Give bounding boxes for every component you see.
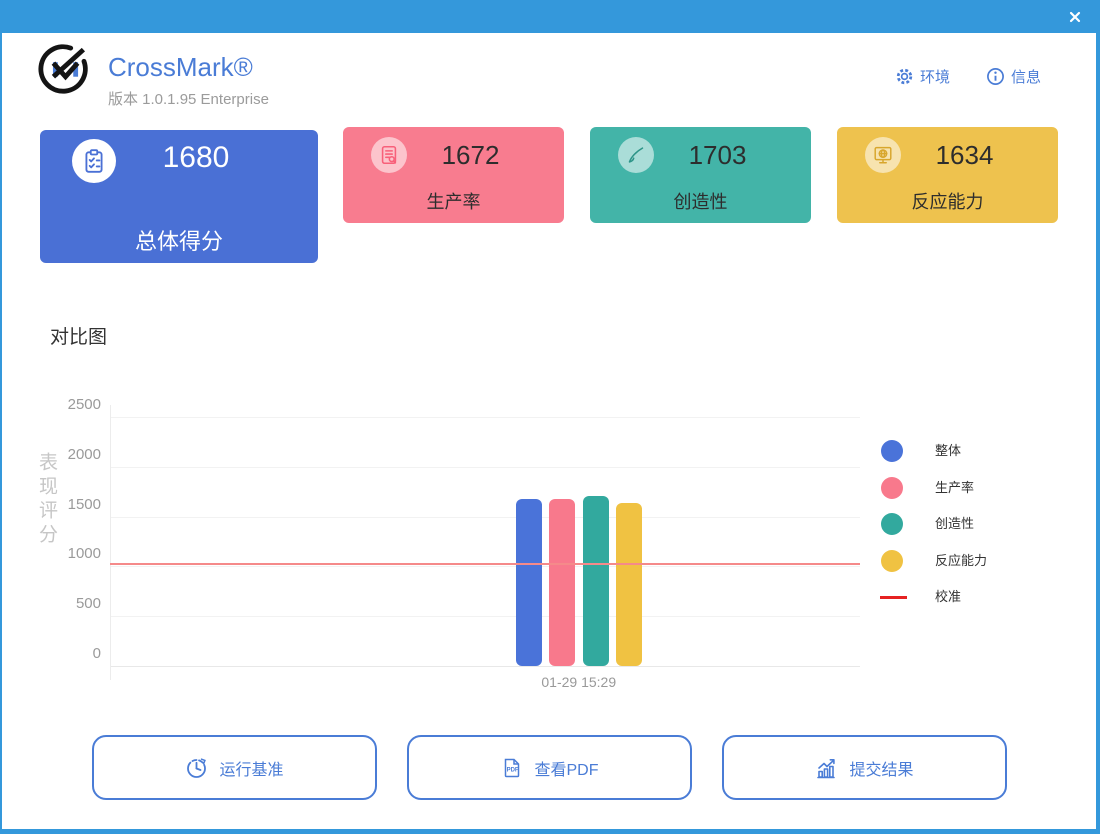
title-bar	[0, 0, 1100, 33]
submit-results-label: 提交结果	[849, 761, 914, 779]
card-productivity: 1672 生产率	[343, 127, 564, 223]
info-button[interactable]: 信息	[986, 64, 1041, 88]
view-pdf-label: 查看PDF	[534, 761, 599, 779]
chart-title: 对比图	[50, 327, 108, 348]
card-overall-score: 1680 总体得分	[40, 130, 318, 263]
responsiveness-score-value: 1634	[935, 140, 994, 170]
submit-results-button[interactable]: 提交结果	[722, 735, 1007, 800]
responsiveness-score-label: 反应能力	[911, 192, 984, 212]
card-responsiveness: 1634 反应能力	[837, 127, 1058, 223]
overall-score-value: 1680	[162, 141, 230, 174]
pdf-icon: PDF	[500, 756, 524, 780]
environment-button[interactable]: 环境	[895, 64, 950, 88]
close-icon	[1069, 11, 1081, 23]
app-version: 版本 1.0.1.95 Enterprise	[108, 91, 269, 108]
clock-icon	[185, 756, 209, 780]
productivity-score-label: 生产率	[426, 192, 481, 212]
overall-score-label: 总体得分	[134, 229, 223, 254]
y-axis-title: 表现评分	[36, 452, 57, 548]
info-icon	[986, 67, 1005, 86]
creativity-score-label: 创造性	[673, 192, 728, 212]
info-label: 信息	[1011, 68, 1042, 86]
run-benchmark-button[interactable]: 运行基准	[92, 735, 377, 800]
close-button[interactable]	[1064, 7, 1086, 27]
run-benchmark-label: 运行基准	[219, 761, 284, 779]
creativity-score-value: 1703	[688, 140, 747, 170]
app-title: CrossMark®	[108, 52, 253, 82]
gear-icon	[895, 67, 914, 86]
chart-up-icon	[815, 756, 839, 780]
app-window: CrossMark® 版本 1.0.1.95 Enterprise 环境 信息	[0, 0, 1100, 834]
svg-text:PDF: PDF	[507, 767, 519, 773]
productivity-score-value: 1672	[441, 140, 500, 170]
crossmark-logo-icon	[37, 39, 95, 97]
environment-label: 环境	[920, 68, 951, 86]
card-creativity: 1703 创造性	[590, 127, 811, 223]
view-pdf-button[interactable]: PDF 查看PDF	[407, 735, 692, 800]
